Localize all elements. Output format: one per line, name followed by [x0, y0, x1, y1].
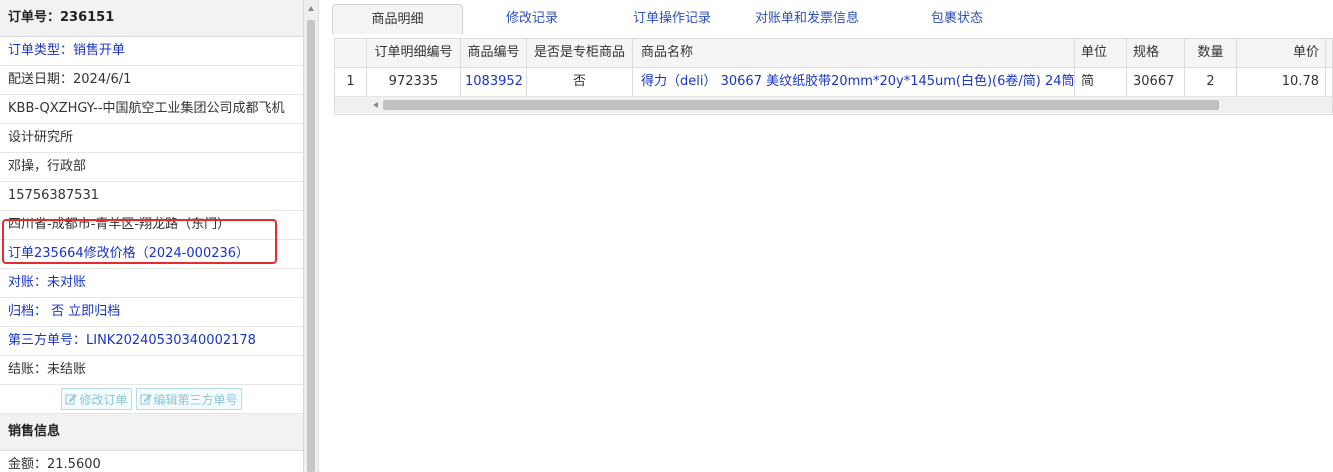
edit-third-party-button[interactable]: 编辑第三方单号: [135, 388, 242, 410]
archive-status[interactable]: 归档： 否 立即归档: [0, 298, 303, 327]
tab-product-detail[interactable]: 商品明细: [332, 4, 463, 34]
amount: 金额：21.5600: [0, 451, 303, 472]
customer-line-2: 设计研究所: [0, 124, 303, 153]
tab-bar: 商品明细 修改记录 订单操作记录 对账单和发票信息 包裹状态: [332, 4, 1333, 34]
header-product-id[interactable]: 商品编号: [461, 39, 527, 67]
row-detail-id: 972335: [367, 68, 461, 96]
edit-third-party-label: 编辑第三方单号: [153, 392, 238, 407]
header-counter-product[interactable]: 是否是专柜商品: [527, 39, 633, 67]
horizontal-scrollbar-thumb[interactable]: [383, 100, 1219, 110]
grid-header: 订单明细编号 商品编号 是否是专柜商品 商品名称 单位 规格 数量 单价: [335, 39, 1332, 68]
scroll-left-icon[interactable]: [373, 102, 378, 108]
row-product-id-link[interactable]: 1083952: [461, 68, 527, 96]
header-spec[interactable]: 规格: [1127, 39, 1185, 67]
edit-order-label: 修改订单: [79, 392, 128, 407]
tab-invoice-info[interactable]: 对账单和发票信息: [742, 4, 872, 33]
header-unit-price[interactable]: 单价: [1237, 39, 1326, 67]
row-unit: 简: [1075, 68, 1127, 96]
order-number-header: 订单号：236151: [0, 0, 303, 37]
edit-order-button[interactable]: 修改订单: [61, 388, 132, 410]
customer-line-1: KBB-QXZHGY--中国航空工业集团公司成都飞机: [0, 95, 303, 124]
table-row[interactable]: 1 972335 1083952 否 得力（deli） 30667 美纹纸胶带2…: [335, 68, 1332, 97]
order-type[interactable]: 订单类型：销售开单: [0, 37, 303, 66]
scroll-up-icon[interactable]: [308, 6, 314, 11]
scrollbar-thumb[interactable]: [307, 20, 315, 472]
contact-phone: 15756387531: [0, 182, 303, 211]
third-party-number[interactable]: 第三方单号：LINK20240530340002178: [0, 327, 303, 356]
row-index: 1: [335, 68, 367, 96]
header-unit[interactable]: 单位: [1075, 39, 1127, 67]
horizontal-scrollbar[interactable]: [335, 97, 1332, 113]
order-info-panel: 订单号：236151 订单类型：销售开单 配送日期：2024/6/1 KBB-Q…: [0, 0, 304, 472]
header-quantity[interactable]: 数量: [1185, 39, 1237, 67]
vertical-scrollbar[interactable]: [304, 0, 319, 472]
tab-package-status[interactable]: 包裹状态: [902, 4, 1012, 33]
detail-panel: 商品明细 修改记录 订单操作记录 对账单和发票信息 包裹状态 订单明细编号 商品…: [326, 0, 1333, 472]
row-product-name-link[interactable]: 得力（deli） 30667 美纹纸胶带20mm*20y*145um(白色)(6…: [633, 68, 1075, 96]
settlement-status: 结账：未结账: [0, 356, 303, 385]
sales-info-header: 销售信息: [0, 414, 303, 451]
reconcile-status[interactable]: 对账：未对账: [0, 269, 303, 298]
row-quantity: 2: [1185, 68, 1237, 96]
app-root: 订单号：236151 订单类型：销售开单 配送日期：2024/6/1 KBB-Q…: [0, 0, 1333, 472]
header-detail-id[interactable]: 订单明细编号: [367, 39, 461, 67]
edit-icon: [140, 394, 152, 405]
tab-operation-records[interactable]: 订单操作记录: [612, 4, 732, 33]
edit-icon: [65, 394, 78, 405]
row-spec: 30667: [1127, 68, 1185, 96]
row-counter-product: 否: [527, 68, 633, 96]
tab-modify-records[interactable]: 修改记录: [482, 4, 582, 33]
header-product-name[interactable]: 商品名称: [633, 39, 1075, 67]
delivery-date: 配送日期：2024/6/1: [0, 66, 303, 95]
action-buttons: 修改订单 编辑第三方单号: [0, 385, 303, 414]
header-index: [335, 39, 367, 67]
contact-name: 邓操，行政部: [0, 153, 303, 182]
highlight-annotation: [2, 219, 277, 264]
product-grid: 订单明细编号 商品编号 是否是专柜商品 商品名称 单位 规格 数量 单价 1 9…: [334, 38, 1333, 115]
row-unit-price: 10.78: [1237, 68, 1326, 96]
